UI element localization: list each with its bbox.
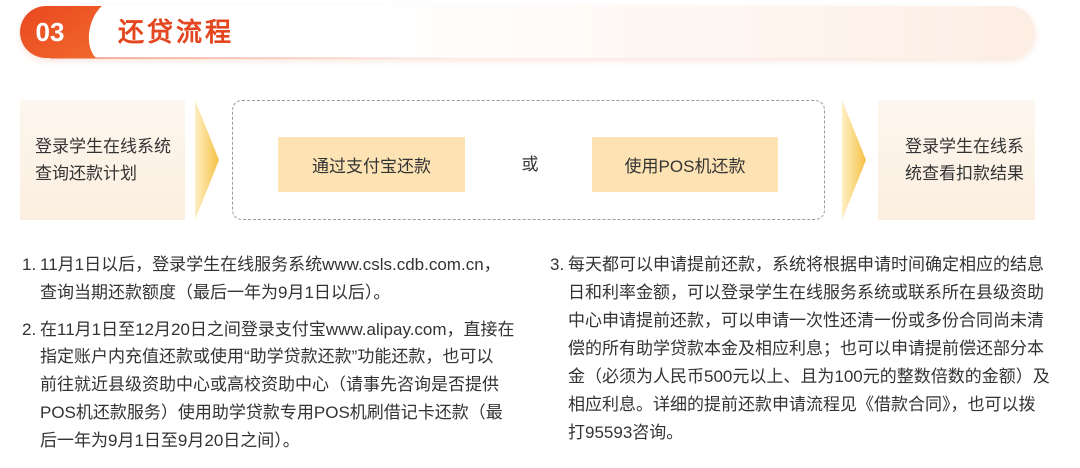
section-title: 还贷流程: [118, 17, 235, 47]
or-separator: 或: [521, 155, 539, 174]
note-item: 3. 每天都可以申请提前还款，系统将根据申请时间确定相应的结息 日和利率金额，可…: [548, 251, 1050, 447]
note-line: POS机还款服务）使用助学贷款专用POS机刷借记卡还款（最: [40, 402, 503, 422]
note-line: 前往就近县级资助中心或高校资助中心（请事先咨询是否提供: [40, 375, 499, 395]
note-line: 指定账户内充值还款或使用“助学贷款还款”功能还款，也可以: [40, 347, 494, 367]
step-start-line: 查询还款计划: [35, 164, 137, 183]
chevron-right-icon: [195, 100, 219, 220]
note-line: 后一年为9月1日至9月20日之间）。: [40, 430, 300, 450]
step-end-line: 统查看扣款结果: [905, 164, 1024, 183]
note-item: 2. 在11月1日至12月20日之间登录支付宝www.alipay.com，直接…: [20, 316, 530, 455]
option-pos-box: 使用POS机还款: [592, 137, 778, 192]
note-line: 11月1日以后，登录学生在线服务系统www.csls.cdb.com.cn，: [40, 255, 501, 274]
option-alipay-box: 通过支付宝还款: [278, 137, 465, 192]
note-number: 3.: [550, 255, 565, 274]
note-number: 2.: [22, 319, 37, 339]
step-end-line: 登录学生在线系: [905, 137, 1024, 156]
note-line: 中心申请提前还款，可以申请一次性还清一份或多份合同尚未清: [568, 311, 1044, 330]
note-number: 1.: [22, 255, 37, 274]
note-line: 日和利率金额，可以登录学生在线服务系统或联系所在县级资助: [568, 283, 1044, 302]
note-text: 在11月1日至12月20日之间登录支付宝www.alipay.com，直接在 指…: [40, 316, 515, 455]
note-text: 11月1日以后，登录学生在线服务系统www.csls.cdb.com.cn， 查…: [40, 251, 501, 307]
note-line: 查询当期还款额度（最后一年为9月1日以后）。: [40, 282, 391, 302]
note-text: 每天都可以申请提前还款，系统将根据申请时间确定相应的结息 日和利率金额，可以登录…: [568, 251, 1050, 447]
notes-list-left: 1. 11月1日以后，登录学生在线服务系统www.csls.cdb.com.cn…: [20, 251, 530, 455]
note-line: 偿的所有助学贷款本金及相应利息；也可以申请提前偿还部分本: [568, 339, 1044, 358]
section-number-badge: 03: [20, 6, 104, 58]
step-start-line: 登录学生在线系统: [35, 137, 171, 156]
note-line: 打95593咨询。: [568, 423, 684, 442]
note-line: 在11月1日至12月20日之间登录支付宝www.alipay.com，直接在: [40, 319, 515, 339]
note-item: 1. 11月1日以后，登录学生在线服务系统www.csls.cdb.com.cn…: [20, 251, 530, 307]
notes-list-right: 3. 每天都可以申请提前还款，系统将根据申请时间确定相应的结息 日和利率金额，可…: [548, 251, 1050, 447]
chevron-right-icon: [842, 100, 866, 220]
section-number: 03: [35, 17, 65, 47]
option-pos-label: 使用POS机还款: [624, 157, 746, 176]
note-line: 金（必须为人民币500元以上、且为100元的整数倍数的金额）及: [568, 367, 1050, 386]
option-alipay-label: 通过支付宝还款: [312, 157, 431, 176]
step-start-box: 登录学生在线系统 查询还款计划: [20, 100, 185, 220]
note-line: 相应利息。详细的提前还款申请流程见《借款合同》，也可以拨: [568, 395, 1036, 414]
note-line: 每天都可以申请提前还款，系统将根据申请时间确定相应的结息: [568, 255, 1044, 274]
step-end-box: 登录学生在线系 统查看扣款结果: [878, 100, 1035, 220]
